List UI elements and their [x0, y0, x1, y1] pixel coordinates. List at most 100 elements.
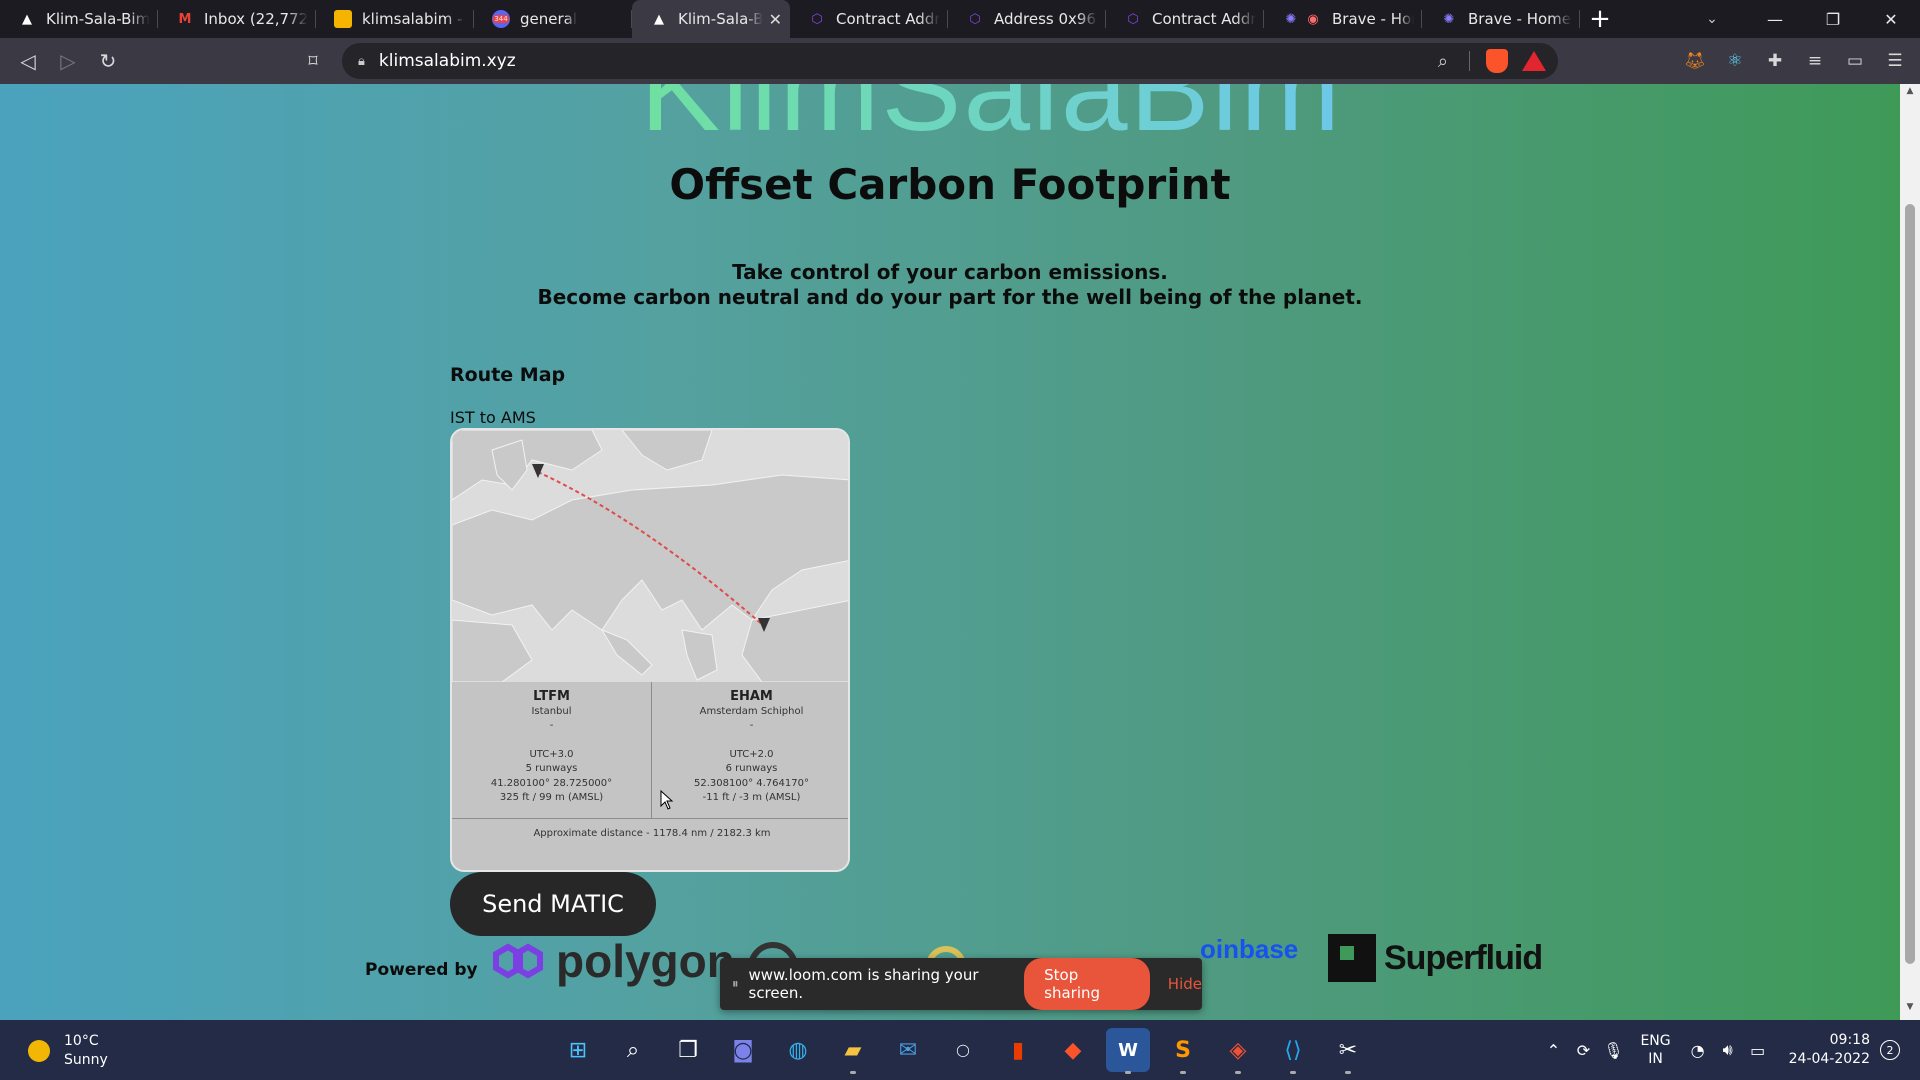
- info-divider-horizontal: [452, 818, 848, 819]
- destination-utc: UTC+2.0: [729, 748, 774, 760]
- slides-icon: [334, 10, 352, 28]
- polygon-mark-icon: [493, 943, 543, 979]
- tab-discord-general[interactable]: 344 general: [474, 0, 632, 38]
- wifi-icon[interactable]: ◔: [1683, 1041, 1713, 1060]
- word-icon[interactable]: W: [1106, 1028, 1150, 1074]
- origin-airport: LTFM Istanbul - UTC+3.0 5 runways 41.280…: [452, 689, 651, 806]
- extensions-puzzle-icon[interactable]: ✚: [1760, 46, 1790, 76]
- page-title: Offset Carbon Footprint: [669, 160, 1231, 209]
- brave-home-icon: ✺: [1285, 11, 1297, 27]
- wallet-icon[interactable]: ▭: [1840, 46, 1870, 76]
- drag-handle-icon[interactable]: ⏸︎: [732, 977, 739, 992]
- stop-sharing-button[interactable]: Stop sharing: [1024, 958, 1150, 1010]
- tab-klim-sala-bim[interactable]: ▲ Klim-Sala-Bim: [0, 0, 158, 38]
- route-map-image: [452, 430, 848, 682]
- snipping-tool-icon[interactable]: ✂: [1326, 1028, 1370, 1074]
- weather-widget[interactable]: 10°C Sunny: [28, 1032, 108, 1070]
- brave-home-icon: ✺: [1443, 11, 1455, 27]
- tab-klimsalabim-slides[interactable]: klimsalabim - Go: [316, 0, 474, 38]
- chevron-up-icon[interactable]: ⌃: [1538, 1041, 1568, 1060]
- polygonscan-icon: ⬡: [1127, 11, 1139, 27]
- edge-icon[interactable]: ◍: [776, 1028, 820, 1072]
- tab-klim-sala-bim-active[interactable]: ▲ Klim-Sala-Bi ✕: [632, 0, 790, 38]
- language-region: IN: [1648, 1051, 1663, 1067]
- destination-coords: 52.308100° 4.764170°: [694, 777, 809, 789]
- scroll-up-icon[interactable]: ▲: [1900, 86, 1920, 102]
- page-scrollbar[interactable]: ▲ ▼: [1900, 84, 1920, 1020]
- mail-icon[interactable]: ✉: [886, 1028, 930, 1072]
- tab-contract-address-2[interactable]: ⬡ Contract Address: [1106, 0, 1264, 38]
- brave-rewards-icon[interactable]: [1522, 51, 1546, 71]
- teams-chat-icon[interactable]: ◙: [721, 1028, 765, 1072]
- forward-icon[interactable]: ▷: [48, 41, 88, 81]
- notification-badge[interactable]: 2: [1880, 1040, 1900, 1060]
- origin-coords: 41.280100° 28.725000°: [490, 777, 613, 789]
- menu-icon[interactable]: ☰: [1880, 46, 1910, 76]
- minimize-icon[interactable]: —: [1746, 0, 1804, 38]
- omnibox-divider: [1469, 51, 1470, 71]
- media-playlist-icon[interactable]: ≡: [1800, 46, 1830, 76]
- route-info-panel: LTFM Istanbul - UTC+3.0 5 runways 41.280…: [452, 682, 848, 870]
- page-content: KlimSalaBim Offset Carbon Footprint Take…: [0, 84, 1900, 1020]
- close-tab-icon[interactable]: ✕: [763, 10, 782, 29]
- brave-shields-icon[interactable]: [1486, 49, 1508, 73]
- tab-gmail-inbox[interactable]: M Inbox (22,772) - r: [158, 0, 316, 38]
- restore-icon[interactable]: ❐: [1804, 0, 1862, 38]
- tab-brave-home-2[interactable]: ✺ Brave - Home | L: [1422, 0, 1580, 38]
- sublime-text-icon[interactable]: S: [1161, 1028, 1205, 1074]
- tab-title: Address 0x967af: [994, 10, 1098, 28]
- new-tab-button[interactable]: +: [1580, 0, 1620, 38]
- brave-browser-icon[interactable]: ◆: [1051, 1028, 1095, 1072]
- back-icon[interactable]: ◁: [8, 41, 48, 81]
- volume-icon[interactable]: 🔊︎: [1713, 1040, 1743, 1060]
- metamask-icon[interactable]: 🦊︎: [1680, 46, 1710, 76]
- address-url[interactable]: klimsalabim.xyz: [379, 51, 516, 71]
- search-icon[interactable]: ⌕: [611, 1028, 655, 1072]
- battery-icon[interactable]: ▭: [1743, 1041, 1773, 1060]
- route-map-card: LTFM Istanbul - UTC+3.0 5 runways 41.280…: [450, 428, 850, 872]
- windows-start-icon[interactable]: ⊞: [556, 1028, 600, 1072]
- polygonscan-icon: ⬡: [811, 11, 823, 27]
- zoom-icon[interactable]: ⌕: [1438, 51, 1448, 72]
- gmail-icon: M: [178, 11, 192, 27]
- language-indicator[interactable]: ENG IN: [1640, 1032, 1670, 1068]
- origin-name: Istanbul: [531, 705, 572, 717]
- react-devtools-icon[interactable]: ⚛: [1720, 46, 1750, 76]
- tab-search-chevron-icon[interactable]: ⌄: [1692, 0, 1732, 38]
- lock-icon[interactable]: 🔒︎: [358, 54, 365, 69]
- reload-icon[interactable]: ↻: [88, 41, 128, 81]
- close-window-icon[interactable]: ✕: [1862, 0, 1920, 38]
- clock[interactable]: 09:18 24-04-2022: [1789, 1031, 1870, 1069]
- window-controls: — ❐ ✕: [1746, 0, 1920, 38]
- vscode-icon[interactable]: ⟨⟩: [1271, 1028, 1315, 1074]
- microphone-icon[interactable]: 🎙︎: [1598, 1041, 1628, 1060]
- dell-icon[interactable]: ◯: [941, 1028, 985, 1072]
- tab-title: Contract Address: [836, 10, 940, 28]
- polygonscan-icon: ⬡: [969, 11, 981, 27]
- office-icon[interactable]: ▮: [996, 1028, 1040, 1072]
- tab-address[interactable]: ⬡ Address 0x967af: [948, 0, 1106, 38]
- bookmark-icon[interactable]: ⌑: [298, 46, 328, 76]
- file-explorer-icon[interactable]: ▰: [831, 1028, 875, 1074]
- sync-icon[interactable]: ⟳: [1568, 1041, 1598, 1060]
- task-view-icon[interactable]: ❐: [666, 1028, 710, 1072]
- tab-title: Brave - Home | L: [1468, 10, 1572, 28]
- hide-button[interactable]: Hide: [1168, 975, 1202, 993]
- destination-name: Amsterdam Schiphol: [699, 705, 804, 717]
- scrollbar-thumb[interactable]: [1905, 204, 1915, 964]
- destination-elevation: -11 ft / -3 m (AMSL): [702, 792, 801, 803]
- coinbase-logo[interactable]: oinbase: [1200, 934, 1298, 965]
- git-icon[interactable]: ◈: [1216, 1028, 1260, 1074]
- superfluid-logo[interactable]: Superfluid: [1328, 934, 1543, 982]
- route-map-heading: Route Map: [450, 364, 566, 386]
- polygon-logo[interactable]: polygon: [488, 934, 735, 988]
- address-bar[interactable]: 🔒︎ klimsalabim.xyz ⌕: [342, 43, 1558, 79]
- mouse-cursor-icon: [660, 790, 674, 810]
- tab-contract-address-1[interactable]: ⬡ Contract Address: [790, 0, 948, 38]
- tab-title: Klim-Sala-Bim: [46, 10, 150, 28]
- send-matic-button[interactable]: Send MATIC: [450, 872, 656, 936]
- klim-icon: ▲: [654, 11, 664, 27]
- klim-icon: ▲: [22, 11, 32, 27]
- scroll-down-icon[interactable]: ▼: [1900, 1002, 1920, 1018]
- tab-brave-home-1[interactable]: ✺ ◉ Brave - Home: [1264, 0, 1422, 38]
